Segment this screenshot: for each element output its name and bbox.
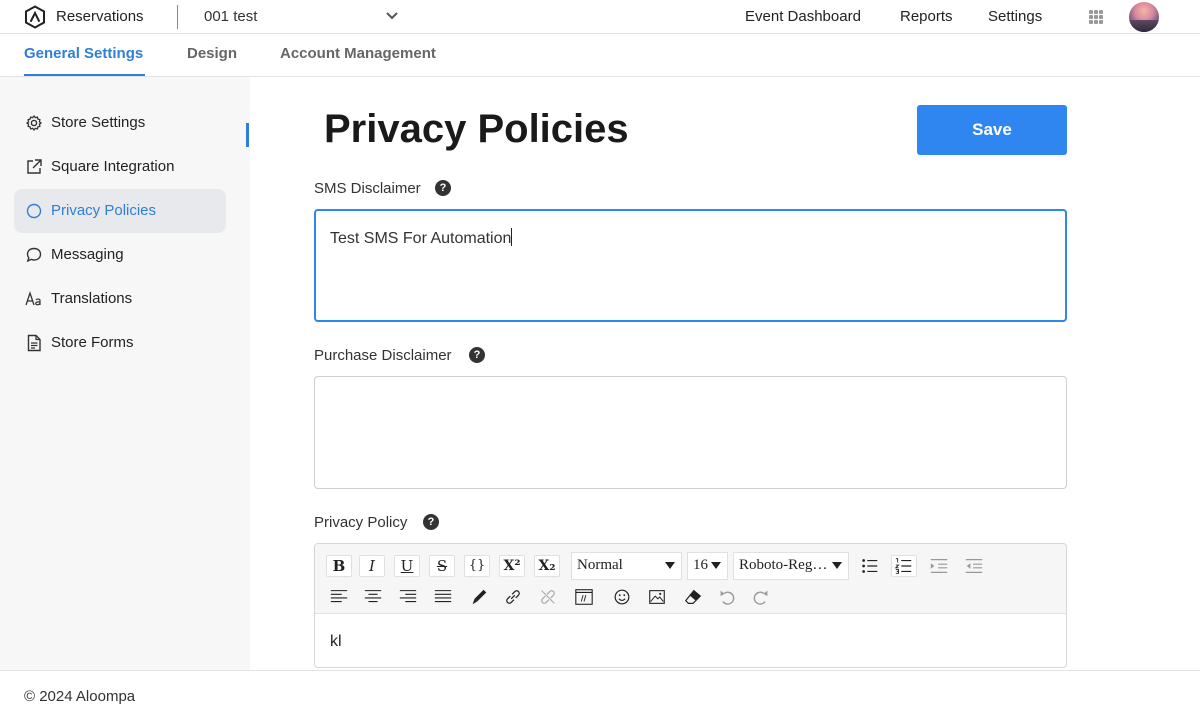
bold-icon[interactable]: B — [326, 555, 352, 577]
font-icon — [25, 290, 41, 306]
eraser-icon[interactable] — [680, 586, 706, 608]
block-format-dropdown[interactable]: Normal — [571, 552, 682, 580]
sidebar-item-messaging[interactable]: Messaging — [14, 233, 226, 277]
image-icon[interactable] — [644, 586, 670, 608]
nav-event-dashboard[interactable]: Event Dashboard — [745, 8, 861, 25]
dropdown-arrow-icon — [665, 562, 675, 569]
font-family-dropdown[interactable]: Roboto-Reg… — [733, 552, 849, 580]
align-justify-icon[interactable] — [430, 586, 456, 608]
sidebar-scroll-indicator — [246, 123, 249, 147]
save-button[interactable]: Save — [917, 105, 1067, 155]
footer: © 2024 Aloompa — [0, 670, 1200, 720]
avatar[interactable] — [1129, 2, 1159, 32]
tab-design[interactable]: Design — [187, 45, 237, 62]
app-title[interactable]: Reservations — [56, 8, 144, 25]
sidebar-item-square-integration[interactable]: Square Integration — [14, 145, 226, 189]
sidebar-item-translations[interactable]: Translations — [14, 277, 226, 321]
sidebar-item-label: Privacy Policies — [51, 202, 157, 219]
emoji-icon[interactable] — [609, 586, 635, 608]
privacy-policy-label: Privacy Policy — [314, 514, 408, 531]
external-link-icon — [27, 159, 42, 174]
page-title: Privacy Policies — [324, 107, 629, 151]
store-selector[interactable]: 001 test — [204, 8, 257, 25]
active-tab-underline — [24, 74, 145, 76]
embed-icon[interactable] — [571, 586, 597, 608]
chat-bubble-icon — [26, 247, 42, 263]
sms-disclaimer-label: SMS Disclaimer — [314, 180, 421, 197]
dropdown-arrow-icon — [832, 562, 842, 569]
underline-icon[interactable]: U — [394, 555, 420, 577]
nav-reports[interactable]: Reports — [900, 8, 953, 25]
editor-content[interactable]: kl — [330, 633, 342, 651]
font-size-value: 16 — [693, 557, 708, 573]
superscript-icon[interactable]: X² — [499, 555, 525, 577]
copyright-text: © 2024 Aloompa — [24, 688, 136, 705]
align-right-icon[interactable] — [395, 586, 421, 608]
text-caret — [511, 228, 513, 246]
subscript-icon[interactable]: X₂ — [534, 555, 560, 577]
font-size-dropdown[interactable]: 16 — [687, 552, 728, 580]
color-picker-icon[interactable] — [466, 586, 492, 608]
italic-icon[interactable]: I — [359, 555, 385, 577]
block-format-value: Normal — [577, 557, 623, 573]
sms-disclaimer-textarea[interactable]: Test SMS For Automation — [314, 209, 1067, 322]
help-icon[interactable]: ? — [423, 514, 439, 530]
editor-toolbar: B I U S {} X² X₂ Normal 16 Roboto-Reg… — [315, 544, 1066, 614]
sidebar-item-label: Store Settings — [51, 114, 146, 131]
sidebar-item-label: Store Forms — [51, 334, 134, 351]
tab-account-management[interactable]: Account Management — [280, 45, 436, 62]
bullet-list-icon[interactable] — [857, 555, 883, 577]
numbered-list-icon[interactable] — [891, 555, 917, 577]
redo-icon[interactable] — [748, 586, 774, 608]
nav-settings[interactable]: Settings — [988, 8, 1042, 25]
sidebar-item-label: Square Integration — [51, 158, 175, 175]
purchase-disclaimer-label: Purchase Disclaimer — [314, 347, 452, 364]
gear-icon — [25, 114, 43, 132]
align-left-icon[interactable] — [326, 586, 352, 608]
purchase-disclaimer-textarea[interactable] — [314, 376, 1067, 489]
sidebar-item-label: Messaging — [51, 246, 124, 263]
sidebar-item-label: Translations — [51, 290, 133, 307]
sidebar-item-store-forms[interactable]: Store Forms — [14, 321, 226, 365]
code-icon[interactable]: {} — [464, 555, 490, 577]
settings-tabs: General Settings Design Account Manageme… — [0, 34, 1200, 77]
chevron-down-icon[interactable] — [385, 11, 399, 21]
document-icon — [27, 334, 41, 352]
top-bar: Reservations 001 test Event Dashboard Re… — [0, 0, 1200, 34]
font-family-value: Roboto-Reg… — [739, 557, 828, 573]
outdent-icon[interactable] — [961, 555, 987, 577]
strikethrough-icon[interactable]: S — [429, 555, 455, 577]
align-center-icon[interactable] — [360, 586, 386, 608]
sidebar-item-privacy-policies[interactable]: Privacy Policies — [14, 189, 226, 233]
dropdown-arrow-icon — [711, 562, 721, 569]
app-logo-icon[interactable] — [23, 5, 47, 29]
unlink-icon[interactable] — [535, 586, 561, 608]
sms-disclaimer-value: Test SMS For Automation — [330, 230, 512, 247]
sidebar-item-store-settings[interactable]: Store Settings — [14, 101, 226, 145]
help-icon[interactable]: ? — [435, 180, 451, 196]
undo-icon[interactable] — [714, 586, 740, 608]
header-divider — [177, 5, 178, 29]
circle-icon — [26, 203, 42, 219]
privacy-policy-editor[interactable]: B I U S {} X² X₂ Normal 16 Roboto-Reg… k… — [314, 543, 1067, 668]
apps-grid-icon[interactable] — [1089, 10, 1103, 24]
help-icon[interactable]: ? — [469, 347, 485, 363]
tab-general-settings[interactable]: General Settings — [24, 45, 143, 62]
link-icon[interactable] — [500, 586, 526, 608]
sidebar: Store Settings Square Integration Privac… — [0, 77, 250, 671]
indent-icon[interactable] — [926, 555, 952, 577]
